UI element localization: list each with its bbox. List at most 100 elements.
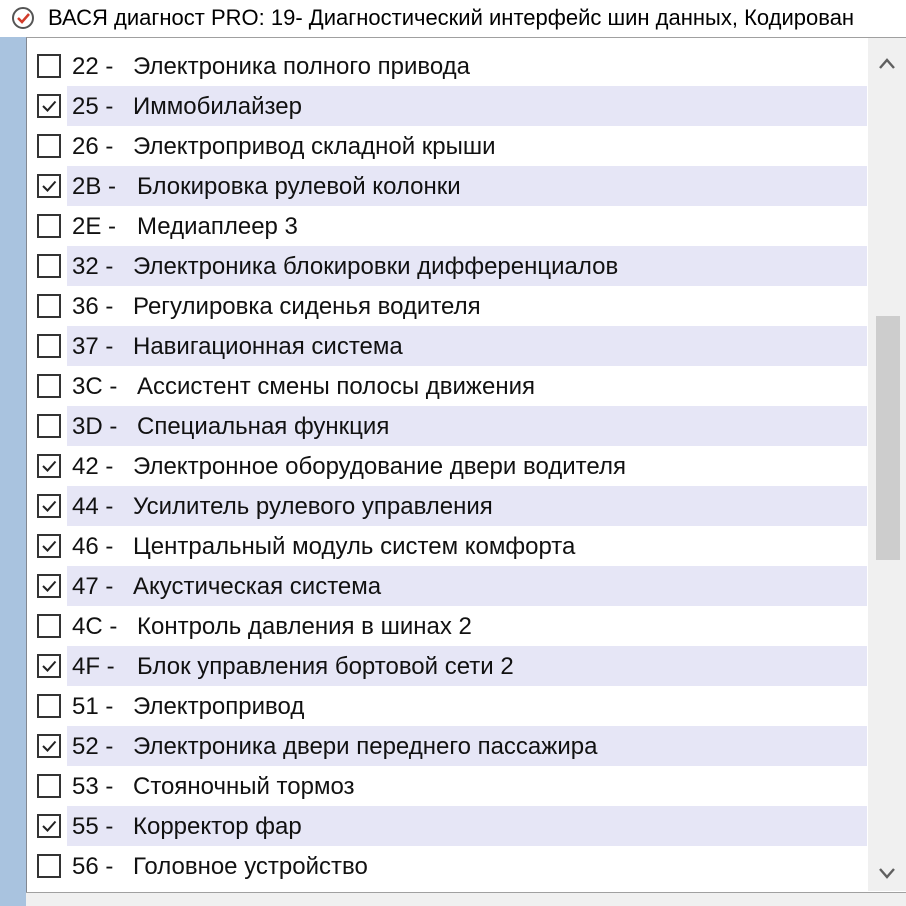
module-checkbox[interactable] <box>37 734 61 758</box>
module-checkbox[interactable] <box>37 494 61 518</box>
module-checkbox[interactable] <box>37 294 61 318</box>
module-name: Электроника полного привода <box>133 53 471 80</box>
check-icon <box>42 580 57 592</box>
module-name: Специальная функция <box>137 413 390 440</box>
module-code: 4C - <box>72 613 118 640</box>
module-name: Электроника двери переднего пассажира <box>133 733 598 760</box>
module-checkbox[interactable] <box>37 654 61 678</box>
module-name: Электропривод <box>133 693 305 720</box>
module-name: Контроль давления в шинах 2 <box>137 613 472 640</box>
module-code: 3D - <box>72 413 118 440</box>
list-item[interactable]: 2E - Медиаплеер 3 <box>27 206 867 246</box>
list-item[interactable]: 4F - Блок управления бортовой сети 2 <box>27 646 867 686</box>
module-code: 51 - <box>72 693 114 720</box>
module-checkbox[interactable] <box>37 254 61 278</box>
list-item[interactable]: 25 - Иммобилайзер <box>27 86 867 126</box>
module-code: 36 - <box>72 293 114 320</box>
module-name: Усилитель рулевого управления <box>133 493 493 520</box>
module-name: Блок управления бортовой сети 2 <box>137 653 514 680</box>
module-checkbox[interactable] <box>37 614 61 638</box>
list-item[interactable]: 4C - Контроль давления в шинах 2 <box>27 606 867 646</box>
module-checkbox[interactable] <box>37 174 61 198</box>
module-code: 56 - <box>72 853 114 880</box>
list-item[interactable]: 51 - Электропривод <box>27 686 867 726</box>
module-checkbox[interactable] <box>37 574 61 598</box>
list-item[interactable]: 3D - Специальная функция <box>27 406 867 446</box>
module-name: Регулировка сиденья водителя <box>133 293 481 320</box>
module-name: Головное устройство <box>133 853 368 880</box>
module-code: 2E - <box>72 213 117 240</box>
module-checkbox[interactable] <box>37 854 61 878</box>
check-icon <box>42 500 57 512</box>
module-rows: 22 - Электроника полного привода 25 - Иммоб… <box>27 46 867 886</box>
module-checkbox[interactable] <box>37 54 61 78</box>
title-bar[interactable]: ВАСЯ диагност PRO: 19- Диагностический и… <box>0 0 906 37</box>
list-item[interactable]: 2B - Блокировка рулевой колонки <box>27 166 867 206</box>
module-code: 26 - <box>72 133 114 160</box>
bottom-bar <box>26 892 906 906</box>
module-name: Стояночный тормоз <box>133 773 355 800</box>
module-name: Иммобилайзер <box>133 93 302 120</box>
left-panel-strip <box>0 37 26 906</box>
list-item[interactable]: 53 - Стояночный тормоз <box>27 766 867 806</box>
chevron-up-icon[interactable] <box>868 46 906 82</box>
module-checkbox[interactable] <box>37 134 61 158</box>
check-icon <box>42 540 57 552</box>
list-item[interactable]: 36 - Регулировка сиденья водителя <box>27 286 867 326</box>
check-icon <box>42 820 57 832</box>
module-code: 4F - <box>72 653 115 680</box>
vasya-app-icon <box>12 7 34 29</box>
check-icon <box>42 660 57 672</box>
module-list[interactable]: 22 - Электроника полного привода 25 - Иммоб… <box>26 37 906 892</box>
module-name: Электроника блокировки дифференциалов <box>133 253 619 280</box>
list-item[interactable]: 3C - Ассистент смены полосы движения <box>27 366 867 406</box>
list-item[interactable]: 26 - Электропривод складной крыши <box>27 126 867 166</box>
list-item[interactable]: 22 - Электроника полного привода <box>27 46 867 86</box>
list-item[interactable]: 52 - Электроника двери переднего пассажир… <box>27 726 867 766</box>
check-icon <box>42 180 57 192</box>
module-name: Электропривод складной крыши <box>133 133 496 160</box>
module-code: 2B - <box>72 173 117 200</box>
module-code: 55 - <box>72 813 114 840</box>
module-checkbox[interactable] <box>37 94 61 118</box>
module-code: 25 - <box>72 93 114 120</box>
list-item[interactable]: 37 - Навигационная система <box>27 326 867 366</box>
list-item[interactable]: 56 - Головное устройство <box>27 846 867 886</box>
module-checkbox[interactable] <box>37 534 61 558</box>
list-item[interactable]: 32 - Электроника блокировки дифференциало… <box>27 246 867 286</box>
module-checkbox[interactable] <box>37 454 61 478</box>
list-item[interactable]: 42 - Электронное оборудование двери водит… <box>27 446 867 486</box>
list-item[interactable]: 47 - Акустическая система <box>27 566 867 606</box>
module-code: 32 - <box>72 253 114 280</box>
list-item[interactable]: 55 - Корректор фар <box>27 806 867 846</box>
vertical-scrollbar[interactable] <box>868 38 906 891</box>
module-name: Навигационная система <box>133 333 403 360</box>
chevron-down-icon[interactable] <box>868 855 906 891</box>
module-name: Ассистент смены полосы движения <box>137 373 535 400</box>
module-code: 47 - <box>72 573 114 600</box>
module-name: Центральный модуль систем комфорта <box>133 533 576 560</box>
module-checkbox[interactable] <box>37 774 61 798</box>
module-name: Блокировка рулевой колонки <box>137 173 461 200</box>
module-checkbox[interactable] <box>37 694 61 718</box>
module-name: Медиаплеер 3 <box>137 213 298 240</box>
module-code: 22 - <box>72 53 114 80</box>
module-code: 53 - <box>72 773 114 800</box>
list-item[interactable]: 44 - Усилитель рулевого управления <box>27 486 867 526</box>
app-window: ВАСЯ диагност PRO: 19- Диагностический и… <box>0 0 906 906</box>
module-checkbox[interactable] <box>37 214 61 238</box>
module-code: 52 - <box>72 733 114 760</box>
module-code: 3C - <box>72 373 118 400</box>
window-title: ВАСЯ диагност PRO: 19- Диагностический и… <box>48 5 855 30</box>
scroll-thumb[interactable] <box>876 316 900 560</box>
module-code: 46 - <box>72 533 114 560</box>
module-checkbox[interactable] <box>37 334 61 358</box>
module-checkbox[interactable] <box>37 374 61 398</box>
check-icon <box>42 460 57 472</box>
list-item[interactable]: 46 - Центральный модуль систем комфорта <box>27 526 867 566</box>
module-name: Акустическая система <box>133 573 382 600</box>
module-code: 42 - <box>72 453 114 480</box>
module-code: 44 - <box>72 493 114 520</box>
module-checkbox[interactable] <box>37 414 61 438</box>
module-checkbox[interactable] <box>37 814 61 838</box>
